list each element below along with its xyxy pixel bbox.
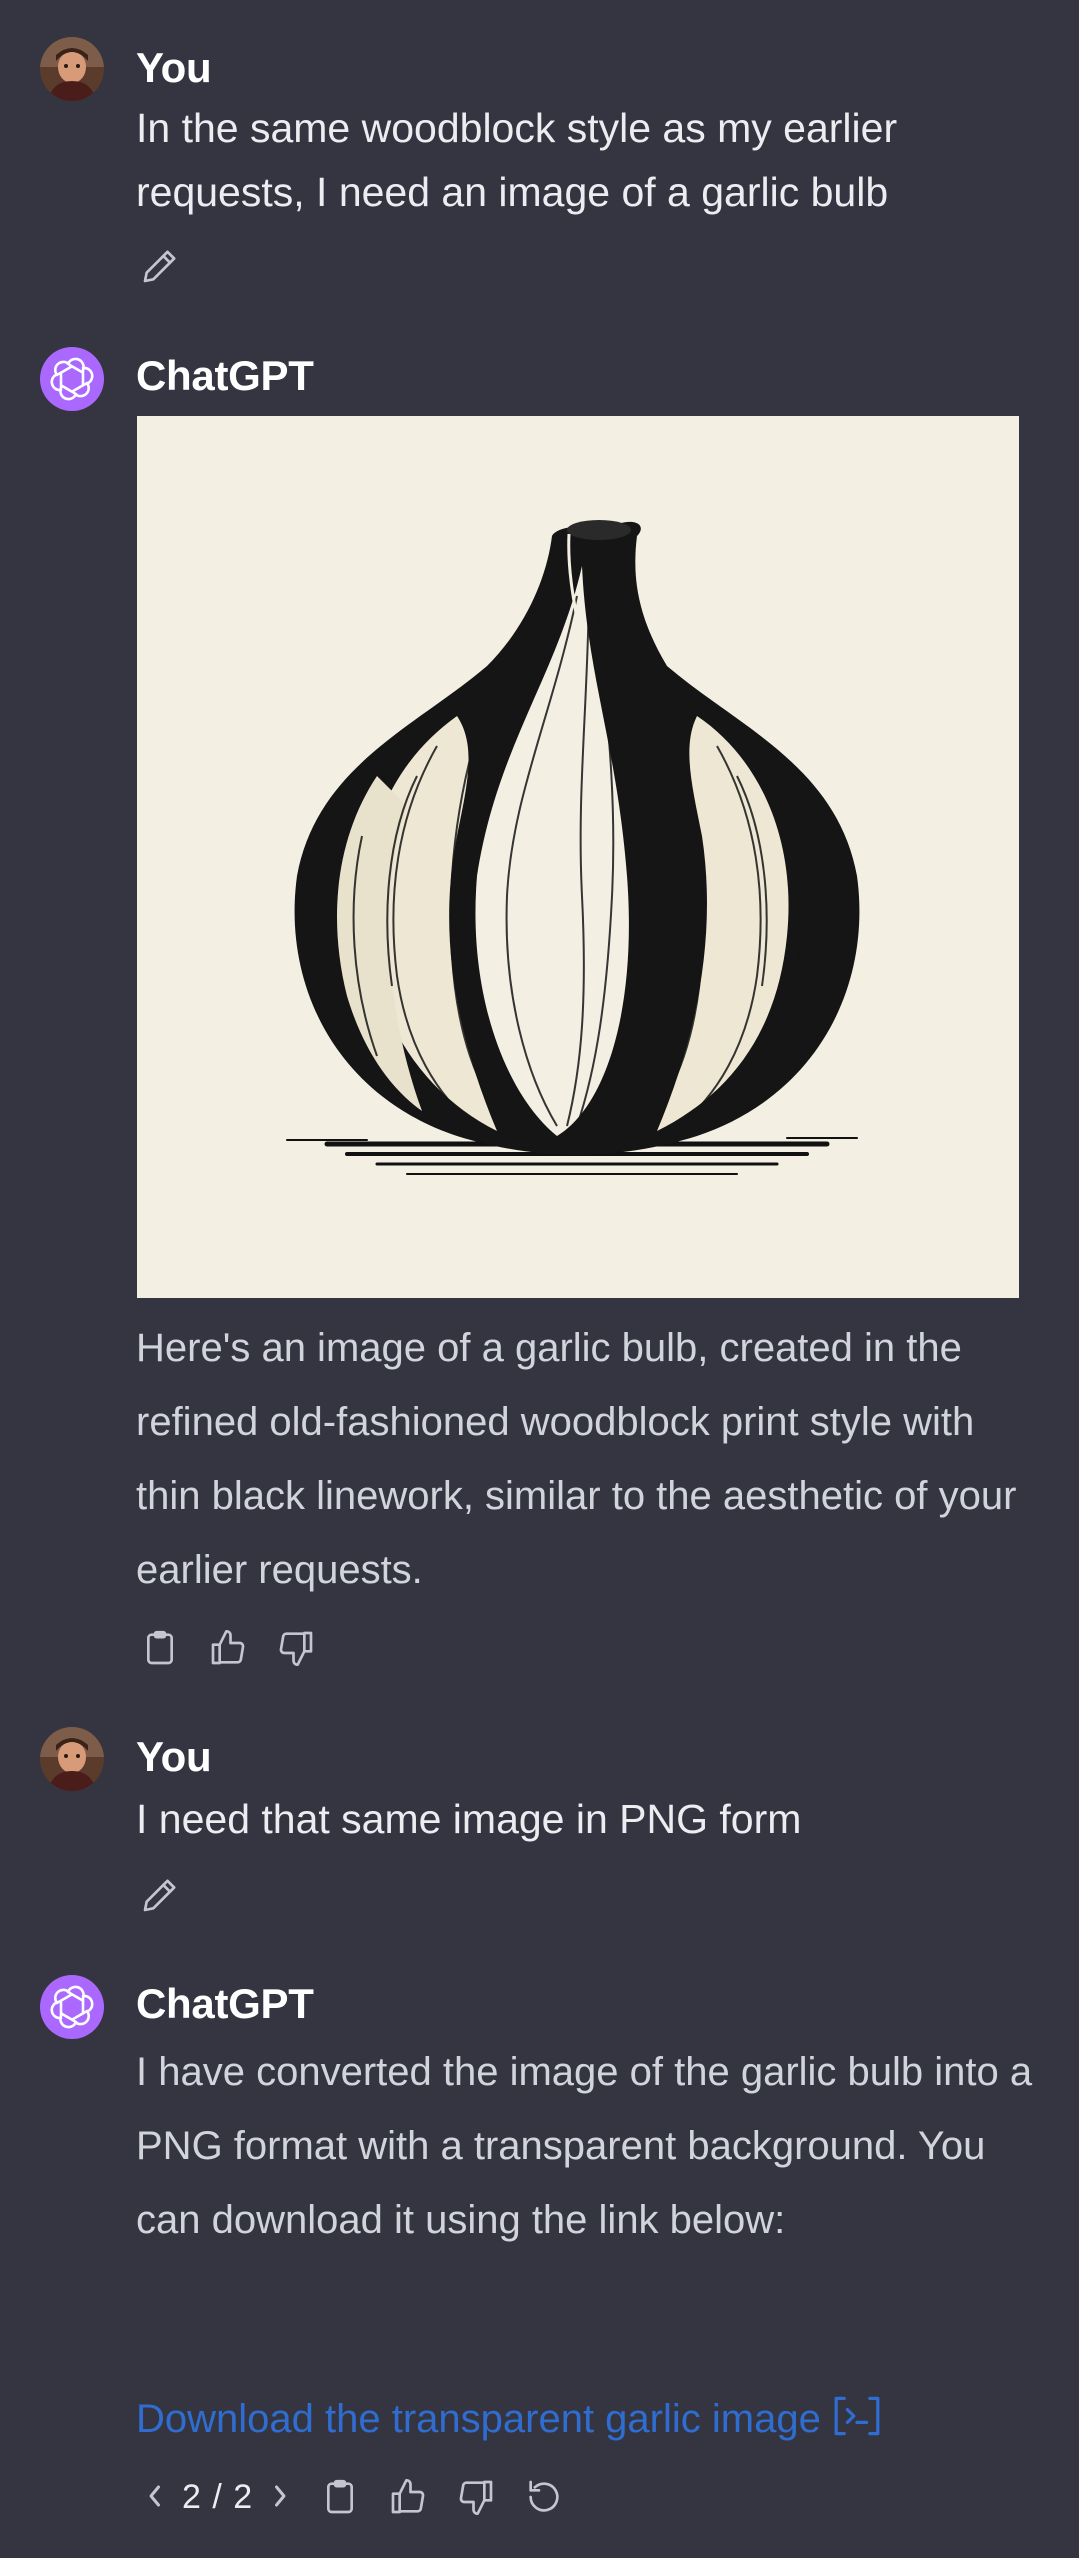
- message-text: I need that same image in PNG form: [136, 1796, 802, 1842]
- thumbs-up-button[interactable]: [384, 2473, 432, 2521]
- chatgpt-avatar: [40, 1975, 104, 2039]
- copy-button[interactable]: [136, 1624, 184, 1672]
- thumbs-down-button[interactable]: [452, 2473, 500, 2521]
- chevron-right-icon: [271, 2478, 291, 2517]
- next-response-button[interactable]: [263, 2473, 299, 2521]
- pager-count: 2 / 2: [182, 2477, 254, 2516]
- message-text: I have converted the image of the garlic…: [136, 2050, 1033, 2242]
- message-author: You: [136, 44, 212, 91]
- message-text: Here's an image of a garlic bulb, create…: [136, 1326, 1017, 1592]
- message-author: ChatGPT: [136, 1980, 314, 2027]
- pencil-icon: [140, 1875, 180, 1915]
- message-text: In the same woodblock style as my earlie…: [136, 105, 898, 215]
- edit-message-button[interactable]: [136, 242, 184, 290]
- thumbs-down-icon: [456, 2477, 496, 2517]
- thumbs-up-icon: [208, 1628, 248, 1668]
- thumbs-down-icon: [276, 1628, 316, 1668]
- previous-response-button[interactable]: [136, 2473, 172, 2521]
- regenerate-button[interactable]: [520, 2473, 568, 2521]
- regenerate-icon: [524, 2477, 564, 2517]
- message-author: You: [136, 1733, 212, 1780]
- clipboard-icon: [320, 2477, 360, 2517]
- response-pager: 2 / 2: [136, 2473, 299, 2521]
- external-link-icon: [833, 2394, 881, 2455]
- download-link-text: Download the transparent garlic image: [136, 2397, 821, 2441]
- thumbs-up-button[interactable]: [204, 1624, 252, 1672]
- chevron-left-icon: [144, 2478, 164, 2517]
- pencil-icon: [140, 246, 180, 286]
- download-link[interactable]: Download the transparent garlic image: [136, 2389, 881, 2455]
- openai-logo-icon: [40, 347, 104, 411]
- user-avatar: [40, 37, 104, 101]
- edit-message-button[interactable]: [136, 1871, 184, 1919]
- clipboard-icon: [140, 1628, 180, 1668]
- copy-button[interactable]: [316, 2473, 364, 2521]
- generated-garlic-image[interactable]: [137, 416, 1019, 1298]
- openai-logo-icon: [40, 1975, 104, 2039]
- message-author: ChatGPT: [136, 352, 314, 399]
- thumbs-down-button[interactable]: [272, 1624, 320, 1672]
- chatgpt-avatar: [40, 347, 104, 411]
- user-avatar: [40, 1727, 104, 1791]
- thumbs-up-icon: [388, 2477, 428, 2517]
